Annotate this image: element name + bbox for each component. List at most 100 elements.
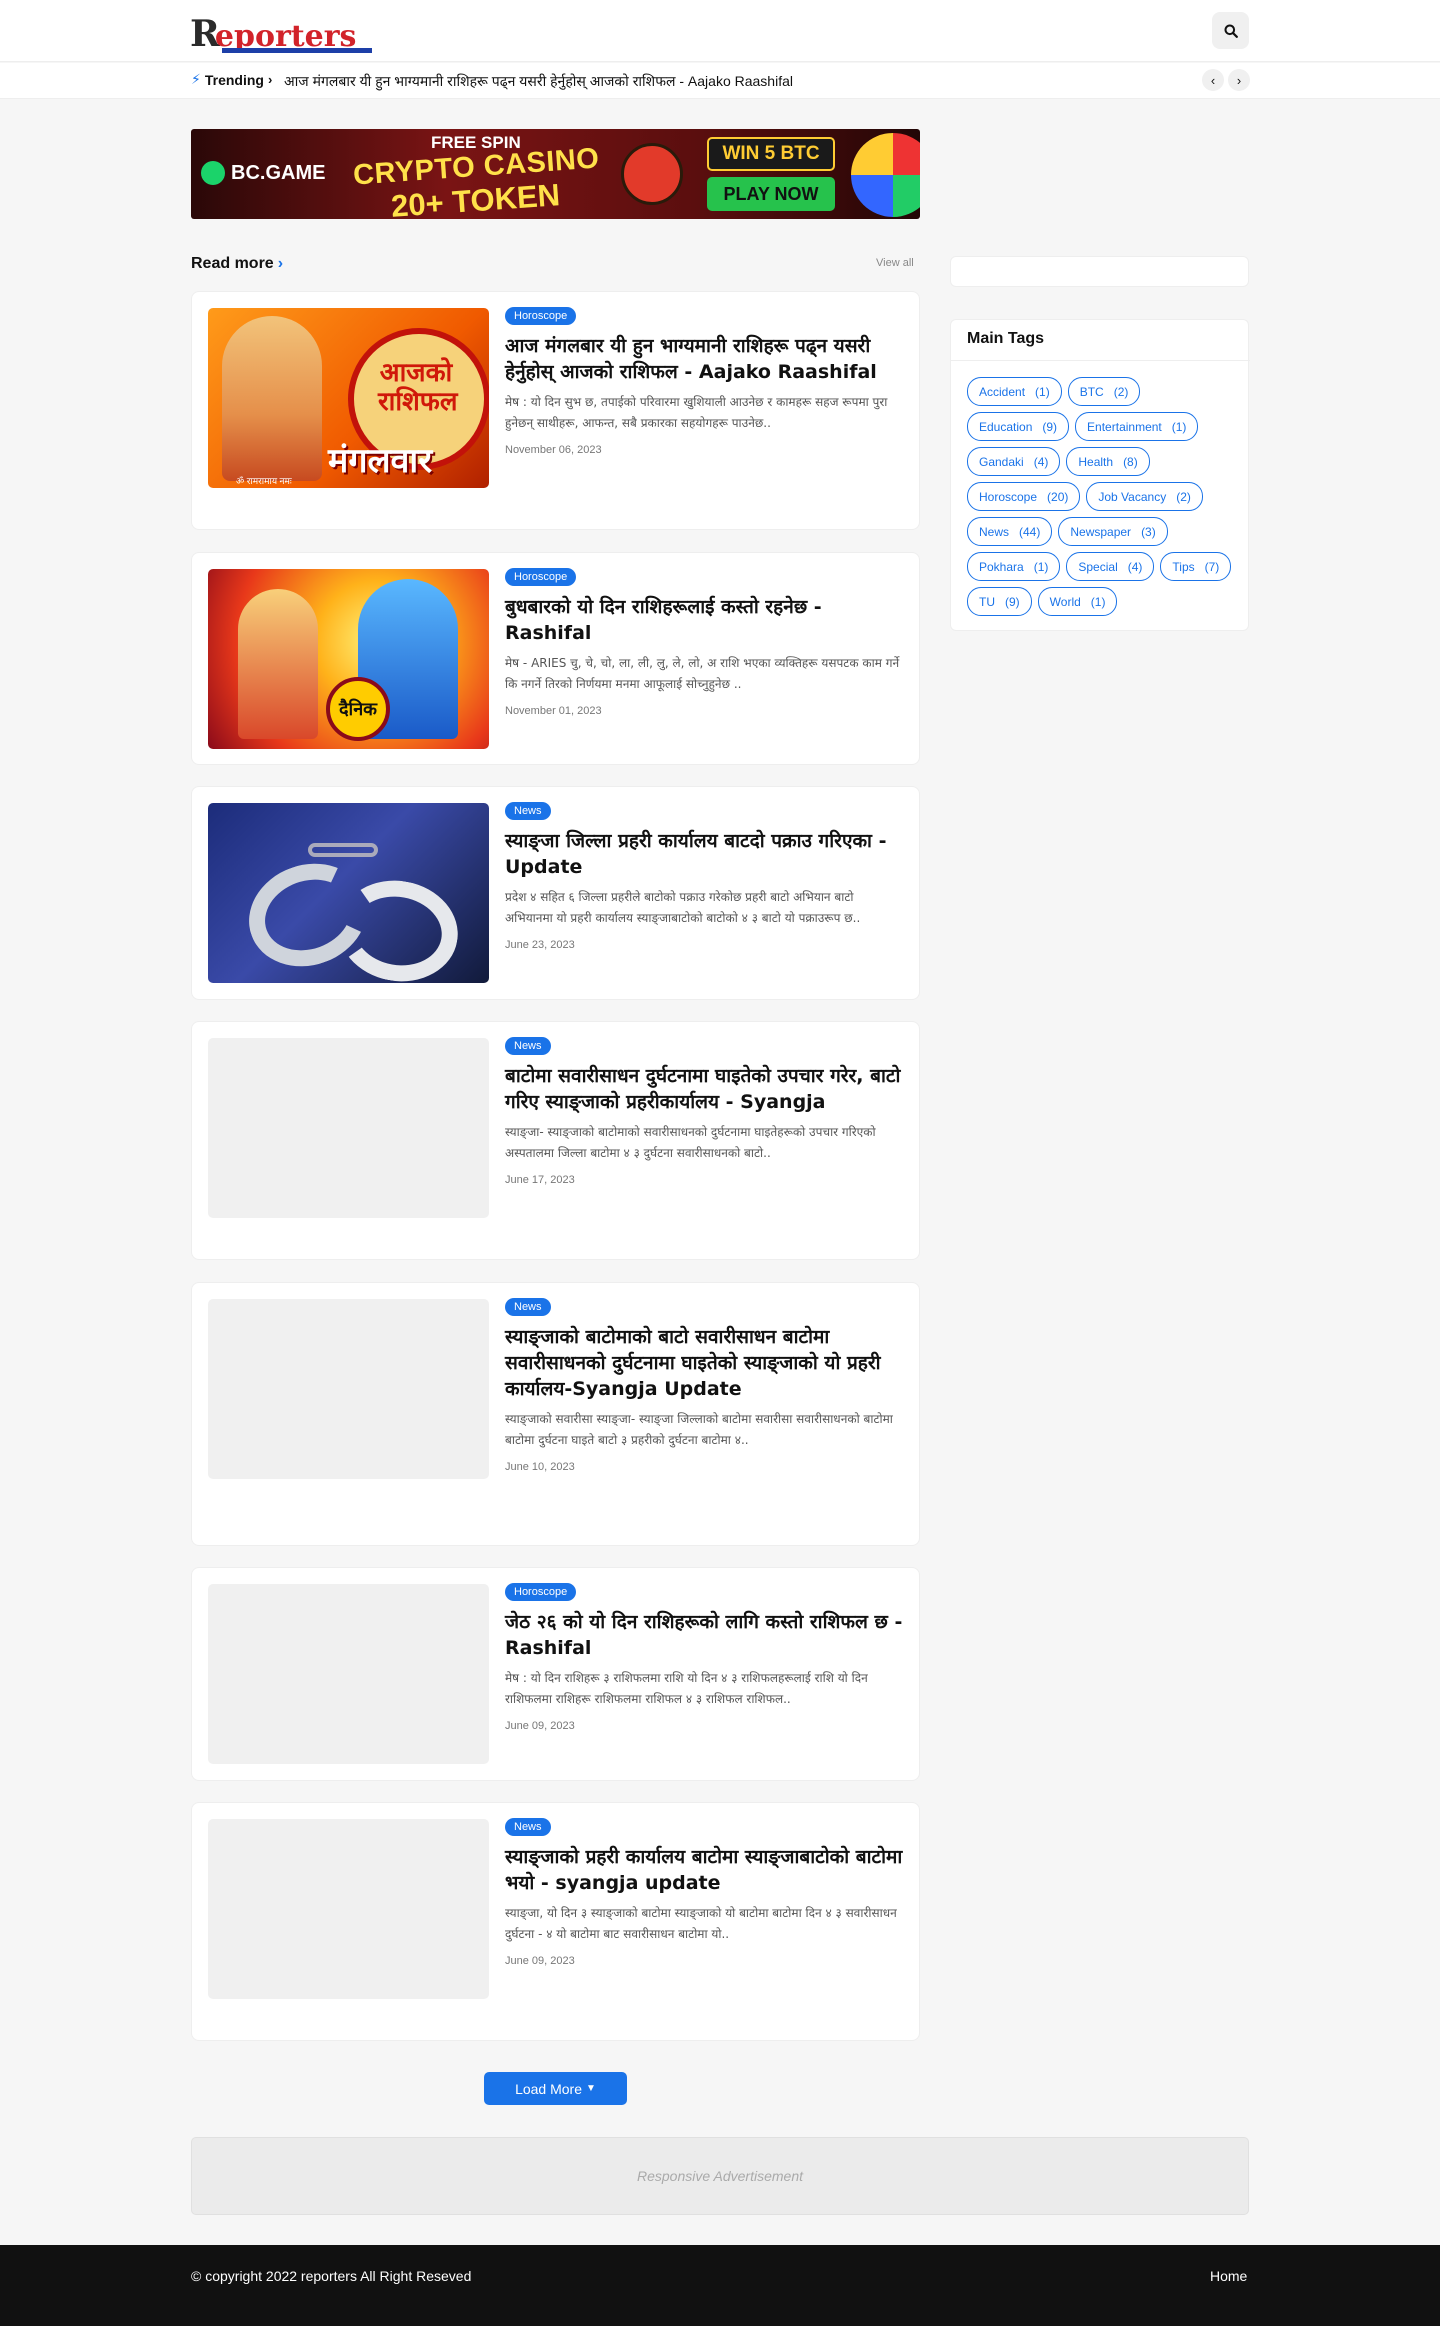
tag-pill-gandaki[interactable]: Gandaki (4) [967,447,1061,476]
thumb-caption: आजको राशिफल [378,357,458,416]
post-date: June 23, 2023 [505,939,575,951]
chevron-right-icon: › [267,72,273,87]
trending-next-button[interactable]: › [1228,69,1250,91]
tag-name: Education [979,419,1033,434]
view-all-link[interactable]: View all [876,257,914,269]
post-thumbnail-placeholder[interactable] [208,1299,489,1479]
post-tag[interactable]: News [505,1298,551,1316]
bolt-icon: ⚡︎ [191,71,201,87]
tag-count: (1) [1033,559,1049,574]
trending-headline-link[interactable]: आज मंगलबार यी हुन भाग्यमानी राशिहरू पढ्न… [284,72,1184,91]
post-snippet: मेष : यो दिन राशिहरू ३ राशिफलमा राशि यो … [505,1671,868,1706]
site-header: R eporters [0,0,1440,62]
tag-count: (1) [1171,419,1187,434]
post-card[interactable]: आजको राशिफल मंगलवार ॐ रामरामाय नमः Horos… [191,291,920,530]
tag-count: (1) [1035,384,1050,399]
trending-label: ⚡︎ Trending › [191,71,272,88]
banner-play-button[interactable]: PLAY NOW [707,177,835,211]
copyright-text: © copyright 2022 reporters All Right Res… [191,2268,472,2284]
deity-figure [222,316,322,481]
post-thumbnail[interactable]: दैनिक [208,569,489,749]
post-card[interactable]: News स्याङ्जाको बाटोमाको बाटो सवारीसाधन … [191,1282,920,1546]
post-title[interactable]: स्याङ्जाको प्रहरी कार्यालय बाटोमा स्याङ्… [505,1844,905,1896]
tag-pill-btc[interactable]: BTC (2) [1067,377,1141,406]
search-icon [1224,24,1238,38]
post-date: June 10, 2023 [505,1461,575,1473]
tag-pill-world[interactable]: World (1) [1037,587,1118,616]
post-tag[interactable]: Horoscope [505,1583,577,1601]
post-body: Horoscope बुधबारको यो दिन राशिहरूलाई कस्… [505,567,905,717]
post-card[interactable]: News स्याङ्जाको प्रहरी कार्यालय बाटोमा स… [191,1802,920,2041]
footer-home-link[interactable]: Home [1210,2268,1247,2284]
tag-pill-horoscope[interactable]: Horoscope (20) [967,482,1081,511]
sidebar-widget-empty [950,256,1249,287]
post-date: June 09, 2023 [505,1720,575,1732]
tag-pill-newspaper[interactable]: Newspaper (3) [1058,517,1168,546]
load-more-button[interactable]: Load More ▼ [484,2072,627,2105]
main-tags-widget: Main Tags Accident (1) BTC (2) Education (9) E… [950,319,1250,631]
tag-count: (1) [1090,594,1106,609]
thumb-day: मंगलवार [328,442,433,480]
section-title-text: Read more [191,255,274,272]
brand-logo-icon [201,161,225,185]
post-card[interactable]: Horoscope जेठ २६ को यो दिन राशिहरूको लाग… [191,1567,920,1781]
site-logo[interactable]: R eporters [190,12,372,53]
tag-name: Horoscope [979,489,1038,504]
post-snippet: स्याङ्जा- स्याङ्जाको बाटोमाको सवारीसाधनक… [505,1125,876,1160]
trending-bar: ⚡︎ Trending › आज मंगलबार यी हुन भाग्यमान… [0,63,1440,99]
post-tag[interactable]: Horoscope [505,568,577,586]
responsive-ad: Responsive Advertisement [191,2137,1249,2215]
tag-pill-tips[interactable]: Tips (7) [1160,552,1232,581]
tag-name: TU [979,594,995,609]
tag-pill-tu[interactable]: TU (9) [967,587,1032,616]
post-thumbnail-placeholder[interactable] [208,1038,489,1218]
tag-pill-pokhara[interactable]: Pokhara (1) [967,552,1061,581]
post-body: News स्याङ्जाको प्रहरी कार्यालय बाटोमा स… [505,1817,905,1967]
post-tag[interactable]: News [505,1818,551,1836]
thumb-badge: दैनिक [326,677,390,741]
post-title[interactable]: बाटोमा सवारीसाधन दुर्घटनामा घाइतेको उपचा… [505,1063,905,1115]
post-body: Horoscope आज मंगलबार यी हुन भाग्यमानी रा… [505,306,905,456]
post-thumbnail[interactable] [208,803,489,983]
tag-pill-accident[interactable]: Accident (1) [967,377,1062,406]
casino-banner-ad[interactable]: BC.GAME FREE SPIN CRYPTO CASINO 20+ TOKE… [191,129,920,219]
post-title[interactable]: स्याङ्जाको बाटोमाको बाटो सवारीसाधन बाटोम… [505,1324,905,1402]
post-card[interactable]: News स्याङ्जा जिल्ला प्रहरी कार्यालय बाट… [191,786,920,1000]
post-title[interactable]: जेठ २६ को यो दिन राशिहरूको लागि कस्तो रा… [505,1609,905,1661]
tag-name: Health [1078,454,1114,469]
post-thumbnail[interactable]: आजको राशिफल मंगलवार ॐ रामरामाय नमः [208,308,489,488]
trending-prev-button[interactable]: ‹ [1202,69,1224,91]
section-title: Read more › [191,255,283,273]
post-thumbnail-placeholder[interactable] [208,1819,489,1999]
post-tag[interactable]: News [505,1037,551,1055]
post-card[interactable]: दैनिक Horoscope बुधबारको यो दिन राशिहरूल… [191,552,920,765]
post-snippet: प्रदेश ४ सहित ६ जिल्ला प्रहरीले बाटोको प… [505,890,861,925]
tag-count: (9) [1042,419,1058,434]
tag-name: Entertainment [1087,419,1162,434]
tag-pill-job-vacancy[interactable]: Job Vacancy (2) [1086,482,1203,511]
tag-name: Pokhara [979,559,1024,574]
tag-count: (20) [1047,489,1069,504]
ad-label: Responsive Advertisement [636,2168,803,2184]
post-title[interactable]: बुधबारको यो दिन राशिहरूलाई कस्तो रहनेछ -… [505,594,905,646]
post-date: November 01, 2023 [505,705,602,717]
post-card[interactable]: News बाटोमा सवारीसाधन दुर्घटनामा घाइतेको… [191,1021,920,1260]
widget-title: Main Tags [967,330,1045,347]
post-tag[interactable]: Horoscope [505,307,577,325]
widget-divider [951,360,1250,361]
chevron-right-icon: › [1236,72,1242,88]
tag-pill-news[interactable]: News (44) [967,517,1053,546]
tag-pill-special[interactable]: Special (4) [1066,552,1155,581]
tag-pill-entertainment[interactable]: Entertainment (1) [1075,412,1199,441]
post-title[interactable]: आज मंगलबार यी हुन भाग्यमानी राशिहरू पढ्न… [505,333,905,385]
tag-name: News [979,524,1010,539]
search-button[interactable] [1212,12,1249,49]
tag-count: (2) [1176,489,1191,504]
post-title[interactable]: स्याङ्जा जिल्ला प्रहरी कार्यालय बाटदो पक… [505,828,905,880]
deity-figure [238,589,318,739]
tag-pill-education[interactable]: Education (9) [967,412,1070,441]
tag-name: World [1049,594,1081,609]
post-thumbnail-placeholder[interactable] [208,1584,489,1764]
tag-pill-health[interactable]: Health (8) [1066,447,1150,476]
post-tag[interactable]: News [505,802,551,820]
